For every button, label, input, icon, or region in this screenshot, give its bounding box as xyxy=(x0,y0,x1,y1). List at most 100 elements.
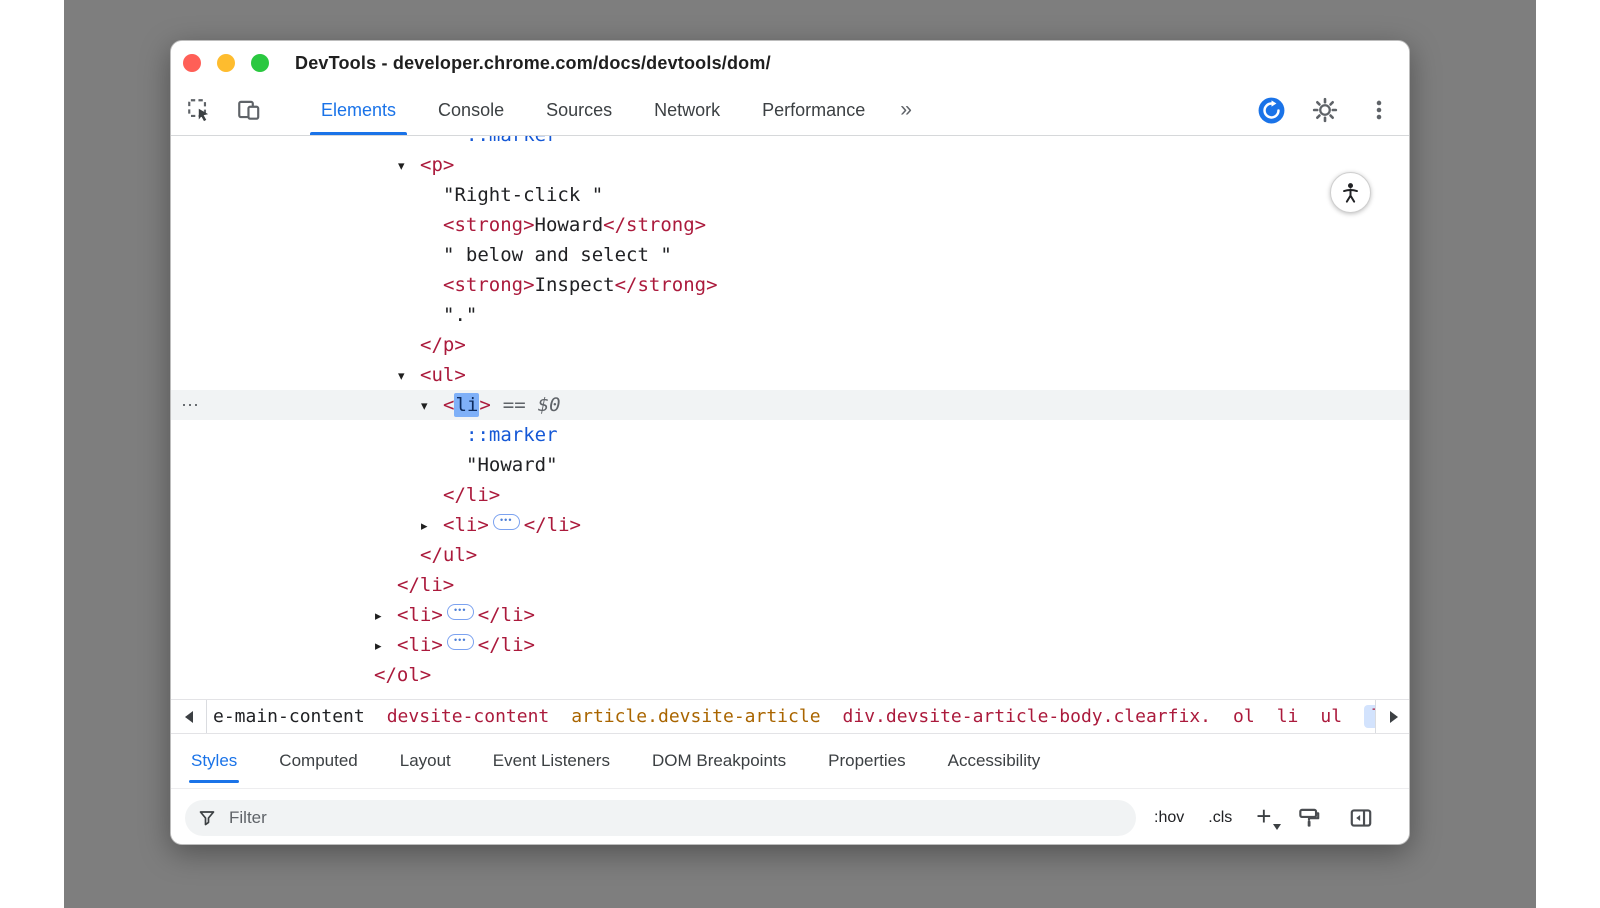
kebab-menu-icon[interactable] xyxy=(1364,95,1394,125)
dropdown-caret-icon xyxy=(1273,824,1281,830)
text-token: "Right-click " xyxy=(443,184,603,206)
breadcrumb-item[interactable]: e-main-content xyxy=(213,706,365,727)
dom-tree-node-ul-open[interactable]: ▾<ul> xyxy=(171,360,1410,390)
collapse-arrow-icon[interactable]: ▾ xyxy=(398,151,420,181)
breadcrumb-item[interactable]: ul xyxy=(1320,706,1342,727)
breadcrumb-scroll-left-button[interactable] xyxy=(171,700,207,733)
minimize-window-button[interactable] xyxy=(217,54,235,72)
tab-console[interactable]: Console xyxy=(417,85,525,135)
window-titlebar: DevTools - developer.chrome.com/docs/dev… xyxy=(171,41,1409,85)
styles-toolbar: :hov .cls + xyxy=(171,789,1410,845)
zoom-window-button[interactable] xyxy=(251,54,269,72)
tag-token: <strong> xyxy=(443,214,535,236)
dom-tree-node-li-collapsed[interactable]: ▸<li></li> xyxy=(171,510,1410,540)
dom-tree-text-node[interactable]: "Howard" xyxy=(171,450,1410,480)
tag-token: </ul> xyxy=(420,544,477,566)
tag-token: </li> xyxy=(524,514,581,536)
expand-arrow-icon[interactable]: ▸ xyxy=(375,631,397,661)
tab-dom-breakpoints[interactable]: DOM Breakpoints xyxy=(652,734,786,788)
device-toolbar-icon[interactable] xyxy=(234,95,264,125)
tab-network-label: Network xyxy=(654,100,720,121)
dom-tree-node-li-collapsed[interactable]: ▸<li></li> xyxy=(171,600,1410,630)
collapse-arrow-icon[interactable]: ▾ xyxy=(398,361,420,391)
tab-computed[interactable]: Computed xyxy=(279,734,357,788)
dom-tree-node-selected-li[interactable]: ⋯▾<li>==$0 xyxy=(171,390,1410,420)
tag-token: </ol> xyxy=(374,664,431,686)
dom-tree-text-node[interactable]: "Right-click " xyxy=(171,180,1410,210)
desktop-background: DevTools - developer.chrome.com/docs/dev… xyxy=(64,0,1536,908)
text-token: Howard xyxy=(535,214,604,236)
dom-tree-node-li-close[interactable]: </li> xyxy=(171,570,1410,600)
dom-tree: ::marker ▾<p> "Right-click " <strong>How… xyxy=(171,136,1410,690)
right-arrow-icon xyxy=(1390,711,1398,723)
tag-token: <p> xyxy=(420,154,454,176)
dom-tree-text-node[interactable]: "." xyxy=(171,300,1410,330)
filter-input[interactable] xyxy=(227,807,1124,829)
tab-layout[interactable]: Layout xyxy=(400,734,451,788)
tag-token: </p> xyxy=(420,334,466,356)
toggle-hover-state-button[interactable]: :hov xyxy=(1154,809,1184,827)
breadcrumb-item[interactable]: article.devsite-article xyxy=(571,706,820,727)
tab-sources[interactable]: Sources xyxy=(525,85,633,135)
expand-arrow-icon[interactable]: ▸ xyxy=(375,601,397,631)
dom-tree-node-ul-close[interactable]: </ul> xyxy=(171,540,1410,570)
filter-funnel-icon xyxy=(197,808,217,828)
dom-tree-node-strong[interactable]: <strong>Inspect</strong> xyxy=(171,270,1410,300)
breadcrumb-item[interactable]: div.devsite-article-body.clearfix. xyxy=(843,706,1211,727)
dom-tree-node-marker[interactable]: ::marker xyxy=(171,420,1410,450)
dom-tree-node-li-close[interactable]: </li> xyxy=(171,480,1410,510)
breadcrumb-item[interactable]: li xyxy=(1277,706,1299,727)
breadcrumb: e-main-content devsite-content article.d… xyxy=(207,700,1410,733)
more-tabs-button[interactable]: » xyxy=(886,85,926,135)
toolbar-right-actions xyxy=(1256,85,1394,135)
tag-token: > xyxy=(479,394,490,416)
tag-token: </li> xyxy=(397,574,454,596)
dom-tree-node-p-close[interactable]: </p> xyxy=(171,330,1410,360)
styles-tab-bar: Styles Computed Layout Event Listeners D… xyxy=(171,734,1410,789)
sync-circular-arrows-icon[interactable] xyxy=(1256,95,1286,125)
plus-icon: + xyxy=(1256,801,1271,831)
tab-performance[interactable]: Performance xyxy=(741,85,886,135)
tab-sources-label: Sources xyxy=(546,100,612,121)
paint-roller-icon[interactable] xyxy=(1295,804,1323,832)
tab-event-listeners[interactable]: Event Listeners xyxy=(493,734,610,788)
traffic-lights xyxy=(183,54,269,72)
tag-token: <li> xyxy=(397,604,443,626)
inspect-element-icon[interactable] xyxy=(184,95,214,125)
tab-accessibility[interactable]: Accessibility xyxy=(948,734,1041,788)
overflow-ellipsis-icon[interactable]: ⋯ xyxy=(181,390,200,420)
toggle-class-button[interactable]: .cls xyxy=(1208,809,1232,827)
toggle-sidebar-icon[interactable] xyxy=(1347,804,1375,832)
dom-tree-node-strong[interactable]: <strong>Howard</strong> xyxy=(171,210,1410,240)
settings-gear-icon[interactable] xyxy=(1310,95,1340,125)
filter-input-container[interactable] xyxy=(185,800,1136,836)
elements-panel: ::marker ▾<p> "Right-click " <strong>How… xyxy=(171,136,1410,699)
text-token: "." xyxy=(443,304,477,326)
left-arrow-icon xyxy=(185,711,193,723)
accessibility-overlay-button[interactable] xyxy=(1330,172,1371,213)
tag-token: </strong> xyxy=(615,274,718,296)
dom-tree-node-li-collapsed[interactable]: ▸<li></li> xyxy=(171,630,1410,660)
breadcrumb-item[interactable]: ol xyxy=(1233,706,1255,727)
dom-tree-node-ol-close[interactable]: </ol> xyxy=(171,660,1410,690)
tab-console-label: Console xyxy=(438,100,504,121)
expand-children-button[interactable] xyxy=(493,514,520,530)
dom-tree-node-p-open[interactable]: ▾<p> xyxy=(171,150,1410,180)
dom-tree-node-clipped[interactable]: ::marker xyxy=(171,136,1410,150)
expand-arrow-icon[interactable]: ▸ xyxy=(421,511,443,541)
close-window-button[interactable] xyxy=(183,54,201,72)
tag-token: </li> xyxy=(443,484,500,506)
tab-network[interactable]: Network xyxy=(633,85,741,135)
breadcrumb-scroll-right-button[interactable] xyxy=(1375,700,1410,733)
collapse-arrow-icon[interactable]: ▾ xyxy=(421,391,443,421)
dom-tree-text-node[interactable]: " below and select " xyxy=(171,240,1410,270)
breadcrumb-item[interactable]: devsite-content xyxy=(387,706,550,727)
window-title: DevTools - developer.chrome.com/docs/dev… xyxy=(295,53,771,74)
equals-token: == xyxy=(503,394,526,416)
expand-children-button[interactable] xyxy=(447,634,474,650)
tab-elements[interactable]: Elements xyxy=(300,85,417,135)
new-style-rule-button[interactable]: + xyxy=(1256,806,1271,830)
tab-properties[interactable]: Properties xyxy=(828,734,905,788)
tab-styles[interactable]: Styles xyxy=(191,734,237,788)
expand-children-button[interactable] xyxy=(447,604,474,620)
